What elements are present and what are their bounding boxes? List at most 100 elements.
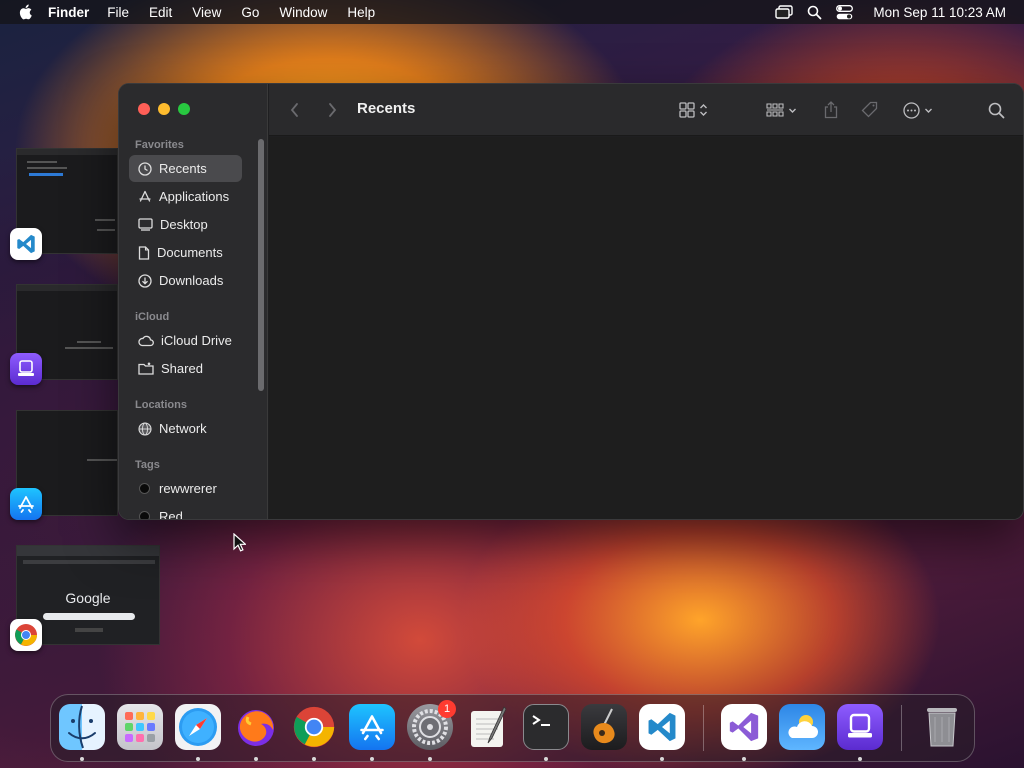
thumbnail-line — [27, 161, 57, 163]
menu-window[interactable]: Window — [279, 5, 327, 20]
window-controls — [138, 103, 190, 115]
sidebar-item-recents[interactable]: Recents — [129, 155, 242, 182]
sidebar-item-label: Red — [159, 509, 183, 520]
menu-edit[interactable]: Edit — [149, 5, 172, 20]
weather-icon[interactable] — [779, 704, 825, 750]
chevron-right-icon — [329, 103, 337, 117]
close-window-button[interactable] — [138, 103, 150, 115]
google-logo: Google — [65, 590, 111, 606]
running-indicator — [544, 757, 548, 761]
menu-go[interactable]: Go — [241, 5, 259, 20]
tag-icon — [861, 101, 878, 118]
simulator-space-icon — [10, 353, 42, 385]
visual-studio-icon[interactable] — [721, 704, 767, 750]
menu-file[interactable]: File — [107, 5, 129, 20]
search-button[interactable] — [988, 99, 1005, 121]
forward-button[interactable] — [326, 99, 338, 121]
window-title: Recents — [357, 100, 416, 117]
dock-separator — [703, 705, 704, 751]
thumbnail-line — [77, 341, 101, 343]
menu-view[interactable]: View — [192, 5, 221, 20]
sidebar-section-icloud: iCloud — [135, 311, 170, 323]
sidebar-item-tag-red[interactable]: Red — [129, 503, 242, 520]
more-actions-button[interactable] — [903, 99, 933, 121]
thumbnail-line — [75, 628, 103, 632]
menu-clock[interactable]: Mon Sep 11 10:23 AM — [873, 5, 1006, 20]
garageband-icon[interactable] — [581, 704, 627, 750]
thumbnail-line — [29, 173, 63, 176]
sidebar-section-favorites: Favorites — [135, 139, 184, 151]
finder-icon[interactable] — [59, 704, 105, 750]
file-list-area[interactable] — [269, 137, 1023, 519]
chrome-space-icon — [10, 619, 42, 651]
thumbnail-line — [95, 219, 115, 221]
document-icon — [138, 245, 150, 260]
menu-app-name[interactable]: Finder — [48, 5, 89, 20]
menu-help[interactable]: Help — [347, 5, 375, 20]
textedit-icon[interactable] — [465, 704, 511, 750]
running-indicator — [254, 757, 258, 761]
share-icon — [824, 101, 838, 119]
sidebar-scrollbar[interactable] — [258, 139, 264, 391]
firefox-icon[interactable] — [233, 704, 279, 750]
minimize-window-button[interactable] — [158, 103, 170, 115]
grid-icon — [679, 102, 695, 118]
sidebar-item-shared[interactable]: Shared — [129, 355, 242, 382]
menu-extras: Mon Sep 11 10:23 AM — [775, 5, 1014, 20]
launchpad-icon[interactable] — [117, 704, 163, 750]
vscode-icon[interactable] — [639, 704, 685, 750]
trash-icon[interactable] — [919, 704, 965, 750]
sidebar-item-icloud-drive[interactable]: iCloud Drive — [129, 327, 242, 354]
sidebar-item-label: Applications — [159, 189, 230, 204]
zoom-window-button[interactable] — [178, 103, 190, 115]
simulator-icon[interactable] — [837, 704, 883, 750]
running-indicator — [858, 757, 862, 761]
sidebar-item-label: Shared — [161, 361, 203, 376]
sidebar-item-label: Desktop — [160, 217, 208, 232]
sidebar-item-documents[interactable]: Documents — [129, 239, 242, 266]
group-grid-icon — [766, 103, 784, 117]
sidebar-item-label: Documents — [157, 245, 223, 260]
clock-icon — [138, 161, 152, 176]
view-mode-button[interactable] — [679, 99, 708, 121]
sidebar-section-tags: Tags — [135, 459, 160, 471]
menu-bar: Finder File Edit View Go Window Help Mon… — [0, 0, 1024, 24]
app-store-icon[interactable] — [349, 704, 395, 750]
network-globe-icon — [138, 421, 152, 436]
share-button[interactable] — [823, 99, 839, 121]
sidebar-item-desktop[interactable]: Desktop — [129, 211, 242, 238]
app-store-space-icon — [10, 488, 42, 520]
thumbnail-line — [65, 347, 113, 349]
chevron-down-icon — [925, 108, 932, 113]
dock: 1 — [50, 694, 975, 762]
thumbnail-line — [27, 167, 67, 169]
sidebar-item-tag-rewwrerer[interactable]: rewwrerer — [129, 475, 242, 502]
terminal-icon[interactable] — [523, 704, 569, 750]
running-indicator — [312, 757, 316, 761]
spotlight-icon[interactable] — [807, 5, 822, 20]
chevron-up-down-icon — [700, 104, 707, 116]
running-indicator — [428, 757, 432, 761]
screen-mirroring-icon[interactable] — [775, 5, 794, 19]
finder-toolbar: Recents — [269, 84, 1023, 136]
apple-menu-icon[interactable] — [18, 4, 34, 20]
thumbnail-titlebar — [17, 546, 159, 556]
sidebar-item-label: rewwrerer — [159, 481, 217, 496]
sidebar-item-label: Network — [159, 421, 207, 436]
finder-sidebar: Favorites Recents Applications Desktop D… — [119, 84, 268, 519]
google-search-box — [43, 613, 135, 620]
group-by-button[interactable] — [766, 99, 797, 121]
sidebar-item-label: Downloads — [159, 273, 224, 288]
tag-dot-icon — [139, 483, 150, 494]
control-center-icon[interactable] — [836, 4, 854, 20]
back-button[interactable] — [289, 99, 301, 121]
safari-icon[interactable] — [175, 704, 221, 750]
sidebar-item-network[interactable]: Network — [129, 415, 242, 442]
sidebar-section-locations: Locations — [135, 399, 187, 411]
sidebar-item-applications[interactable]: Applications — [129, 183, 242, 210]
mouse-cursor-icon — [233, 532, 248, 557]
tags-button[interactable] — [861, 99, 879, 121]
sidebar-item-downloads[interactable]: Downloads — [129, 267, 242, 294]
notification-badge: 1 — [438, 700, 456, 718]
chrome-icon[interactable] — [291, 704, 337, 750]
